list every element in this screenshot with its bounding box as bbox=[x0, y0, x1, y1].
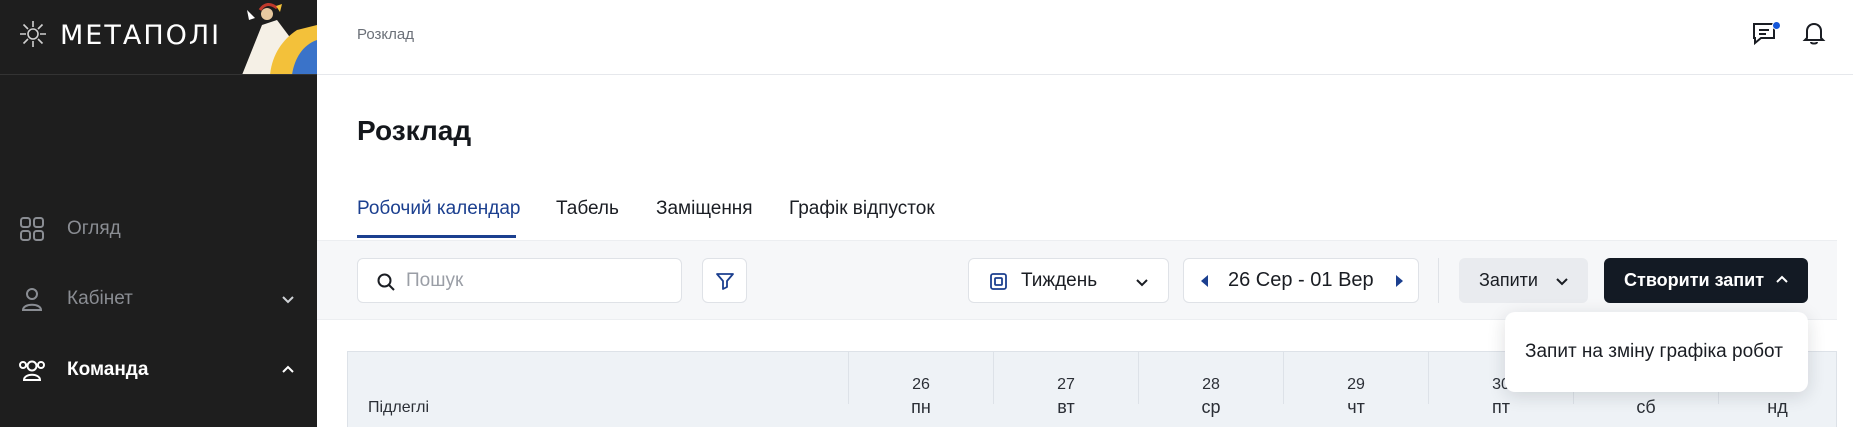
sidebar-item-overview[interactable]: Огляд bbox=[0, 203, 317, 255]
period-select[interactable]: Тиждень bbox=[968, 258, 1169, 303]
tab-timesheet[interactable]: Табель bbox=[556, 198, 619, 220]
toolbar: Тиждень 26 Сер - 01 Вер Запити Створити … bbox=[317, 240, 1837, 320]
search-input[interactable] bbox=[406, 267, 666, 295]
day-name: сб bbox=[1636, 397, 1656, 417]
day-number: 29 bbox=[1347, 376, 1365, 393]
bell-icon[interactable] bbox=[1801, 20, 1827, 46]
date-range-picker: 26 Сер - 01 Вер bbox=[1183, 258, 1419, 303]
create-request-label: Створити запит bbox=[1624, 270, 1765, 290]
sidebar-item-label: Огляд bbox=[67, 218, 121, 239]
sidebar-item-label: Команда bbox=[67, 359, 149, 380]
notification-dot bbox=[1772, 21, 1781, 30]
day-number: 26 bbox=[912, 376, 930, 393]
day-number: 27 bbox=[1057, 376, 1075, 393]
column-header-subordinates: Підлеглі bbox=[368, 399, 429, 416]
date-range-label: 26 Сер - 01 Вер bbox=[1228, 269, 1374, 291]
day-column: 26 пн bbox=[848, 352, 993, 417]
breadcrumb[interactable]: Розклад bbox=[357, 26, 414, 43]
search-icon bbox=[377, 273, 395, 291]
tab-work-calendar[interactable]: Робочий календар bbox=[357, 198, 521, 220]
tabs: Робочий календар Табель Заміщення Графік… bbox=[317, 190, 1837, 240]
active-tab-indicator bbox=[357, 235, 516, 238]
day-name: пн bbox=[911, 397, 931, 417]
chevron-up-icon bbox=[1776, 275, 1788, 283]
next-week-icon[interactable] bbox=[1392, 273, 1406, 289]
sidebar-item-team[interactable]: Команда bbox=[0, 344, 317, 396]
calendar-icon bbox=[990, 273, 1007, 290]
create-request-menu: Запит на зміну графіка робот bbox=[1505, 312, 1808, 392]
period-select-value: Тиждень bbox=[1021, 270, 1098, 291]
sidebar: МЕТАПОЛІС Огляд Кабінет Команда bbox=[0, 0, 317, 427]
logo-illustration bbox=[222, 0, 317, 74]
user-icon bbox=[21, 288, 43, 311]
logo-text: МЕТАПОЛІС bbox=[60, 20, 242, 51]
prev-week-icon[interactable] bbox=[1198, 273, 1212, 289]
logo-bar: МЕТАПОЛІС bbox=[0, 0, 317, 75]
filter-button[interactable] bbox=[702, 258, 747, 303]
search-box bbox=[357, 258, 682, 303]
create-request-button[interactable]: Створити запит bbox=[1604, 258, 1808, 303]
day-name: ср bbox=[1201, 397, 1221, 417]
day-name: чт bbox=[1347, 397, 1365, 417]
day-column: 27 вт bbox=[993, 352, 1138, 417]
sidebar-item-label: Кабінет bbox=[67, 288, 133, 309]
chevron-down-icon bbox=[1136, 279, 1148, 287]
page-title: Розклад bbox=[357, 115, 472, 146]
chevron-down-icon bbox=[282, 296, 294, 304]
chevron-up-icon bbox=[282, 365, 294, 373]
day-column: 29 чт bbox=[1283, 352, 1428, 417]
tab-substitutions[interactable]: Заміщення bbox=[656, 198, 753, 220]
requests-button-label: Запити bbox=[1479, 270, 1538, 290]
requests-button[interactable]: Запити bbox=[1459, 258, 1588, 303]
tab-vacation-schedule[interactable]: Графік відпусток bbox=[789, 198, 935, 220]
day-number: 28 bbox=[1202, 376, 1220, 393]
top-bar: Розклад bbox=[317, 0, 1853, 75]
logo-icon bbox=[20, 21, 46, 47]
menu-item-schedule-change-request[interactable]: Запит на зміну графіка робот bbox=[1525, 341, 1783, 363]
day-name: вт bbox=[1057, 397, 1075, 417]
day-name: пт bbox=[1492, 397, 1510, 417]
users-icon bbox=[19, 360, 45, 381]
grid-icon bbox=[20, 217, 44, 241]
chevron-down-icon bbox=[1556, 278, 1568, 286]
day-column: 28 ср bbox=[1138, 352, 1283, 417]
divider bbox=[1438, 258, 1439, 303]
filter-icon bbox=[716, 273, 734, 290]
sidebar-item-cabinet[interactable]: Кабінет bbox=[0, 273, 317, 325]
day-name: нд bbox=[1767, 397, 1788, 417]
